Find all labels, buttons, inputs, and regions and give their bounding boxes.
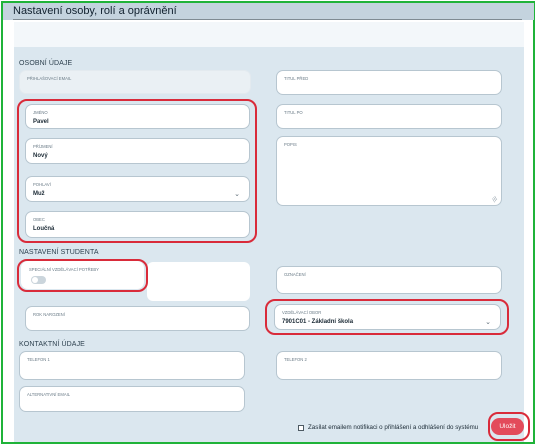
login-email-label: PŘIHLAŠOVACÍ EMAIL — [27, 76, 72, 81]
titul-pred-field[interactable]: TITUL PŘED — [276, 70, 502, 95]
highlight-personal-fields — [17, 99, 257, 243]
telefon1-field[interactable]: TELEFON 1 — [19, 351, 245, 380]
highlight-special-needs — [17, 259, 148, 292]
section-title-student: NASTAVENÍ STUDENTA — [19, 249, 99, 256]
highlight-save-button — [488, 412, 530, 441]
oznaceni-label: OZNAČENÍ — [284, 272, 306, 277]
notify-checkbox[interactable] — [298, 425, 304, 431]
rok-narozeni-label: ROK NAROZENÍ — [33, 312, 65, 317]
form-top-spacer — [14, 22, 524, 47]
resize-handle-icon[interactable]: /// — [492, 196, 500, 204]
telefon1-label: TELEFON 1 — [27, 357, 50, 362]
section-title-personal: OSOBNÍ ÚDAJE — [19, 60, 73, 67]
specialni-field-block — [147, 262, 250, 301]
alt-email-label: ALTERNATIVNÍ EMAIL — [27, 392, 71, 397]
titul-po-field[interactable]: TITUL PO — [276, 104, 502, 129]
titul-pred-label: TITUL PŘED — [284, 76, 309, 81]
highlight-education-field — [265, 299, 509, 335]
oznaceni-field[interactable]: OZNAČENÍ — [276, 266, 502, 294]
section-title-contact: KONTAKTNÍ ÚDAJE — [19, 341, 85, 348]
titul-po-label: TITUL PO — [284, 110, 303, 115]
title-divider — [13, 19, 522, 20]
page-title: Nastavení osoby, rolí a oprávnění — [13, 5, 177, 17]
popis-label: POPIS — [284, 142, 297, 147]
popis-textarea[interactable]: POPIS /// — [276, 136, 502, 206]
rok-narozeni-field[interactable]: ROK NAROZENÍ — [25, 306, 250, 331]
login-email-field: PŘIHLAŠOVACÍ EMAIL — [19, 70, 251, 94]
alt-email-field[interactable]: ALTERNATIVNÍ EMAIL — [19, 386, 245, 412]
telefon2-label: TELEFON 2 — [284, 357, 307, 362]
telefon2-field[interactable]: TELEFON 2 — [276, 351, 502, 380]
notify-label: Zasílat emailem notifikaci o přihlášení … — [308, 424, 479, 431]
